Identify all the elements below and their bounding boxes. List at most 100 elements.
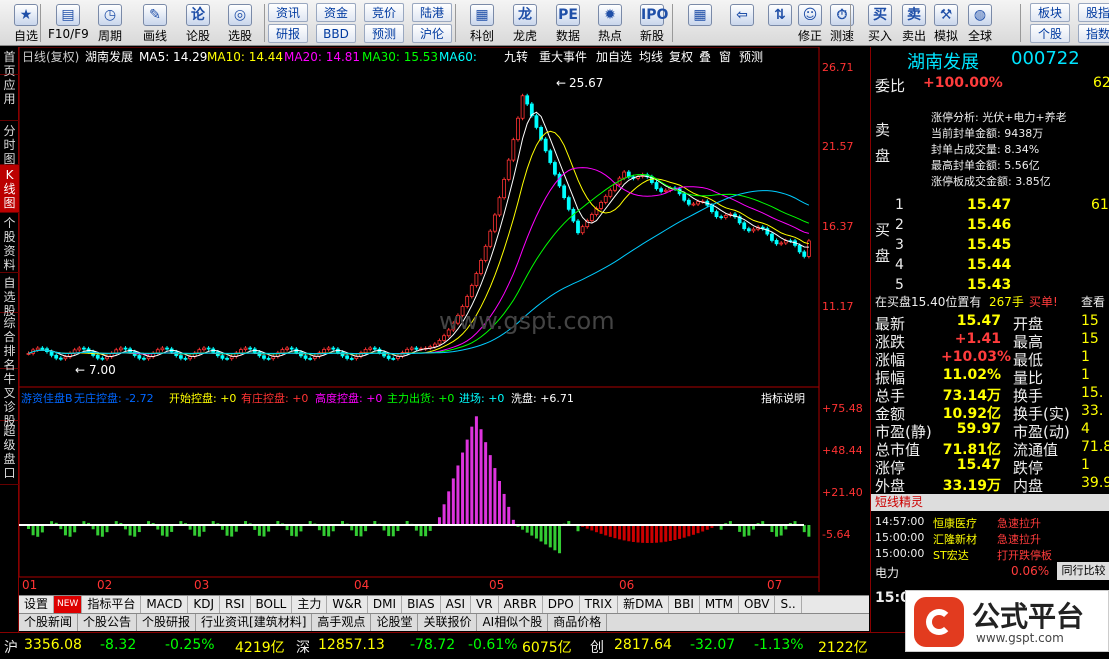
toolbar-btn-back-arrow[interactable]: ⇦ <box>722 2 762 44</box>
chart-btn-5[interactable]: 叠 <box>699 50 711 64</box>
logo-g-icon <box>914 597 964 647</box>
toolbar-btn-globe[interactable]: ◍ 全球 <box>960 2 1000 44</box>
chart-btn-1[interactable]: 重大事件 <box>539 50 587 64</box>
indicator-tab-10[interactable]: BIAS <box>402 596 441 613</box>
toolbar-small-btn[interactable]: BBD <box>316 24 356 43</box>
indicator-tab-5[interactable]: RSI <box>220 596 251 613</box>
kline-chart[interactable]: 日线(复权) 湖南发展 MA5: 14.29 MA10: 14.44 MA20: 14.… <box>18 46 869 592</box>
toolbar-small-btn[interactable]: 预测 <box>364 24 404 43</box>
indicator-tab-20[interactable]: S.. <box>775 596 802 613</box>
nav-item-3[interactable]: K线图 <box>0 165 19 213</box>
news-tab-0[interactable]: 个股新闻 <box>19 614 79 631</box>
news-tab-6[interactable]: 关联报价 <box>418 614 478 631</box>
q-value2-1: 15 <box>1081 331 1099 347</box>
candle-body <box>474 273 479 286</box>
indicator-tab-11[interactable]: ASI <box>441 596 472 613</box>
chart-btn-2[interactable]: 加自选 <box>596 50 632 64</box>
nav-item-6[interactable]: 综合排名 <box>0 313 19 372</box>
candle-body <box>516 117 520 141</box>
candle-body <box>469 285 474 297</box>
price-axis-2: 16.37 <box>822 220 854 233</box>
chart-btn-4[interactable]: 复权 <box>669 50 693 64</box>
indicator-tab-4[interactable]: KDJ <box>188 596 220 613</box>
ind-explain-btn[interactable]: 指标说明 <box>761 391 805 405</box>
toolbar-btn-pe[interactable]: PE 数据 <box>548 2 588 44</box>
nav-item-2[interactable]: 分时图 <box>0 121 19 166</box>
indicator-tab-14[interactable]: DPO <box>543 596 580 613</box>
indicator-tab-9[interactable]: DMI <box>368 596 403 613</box>
chart-btn-7[interactable]: 预测 <box>739 50 763 64</box>
chart-btn-3[interactable]: 均线 <box>639 50 663 64</box>
kline-chart-panel[interactable]: 日线(复权) 湖南发展 MA5: 14.29 MA10: 14.44 MA20: 14.… <box>18 46 869 592</box>
nav-item-0[interactable]: 首页 <box>0 47 19 78</box>
indicator-bar <box>696 525 700 534</box>
toolbar-separator <box>672 4 673 42</box>
indicator-tab-12[interactable]: VR <box>471 596 499 613</box>
candle-body <box>202 347 206 351</box>
indicator-tab-15[interactable]: TRIX <box>580 596 619 613</box>
indicator-tab-0[interactable]: 设置 <box>19 596 55 613</box>
q-label2-9: 内盘 <box>1013 477 1044 495</box>
chart-btn-0[interactable]: 九转 <box>504 49 528 64</box>
nav-item-5[interactable]: 自选股 <box>0 273 19 318</box>
toolbar-small-btn[interactable]: 陆港 <box>412 3 452 22</box>
indicator-bar <box>618 525 622 540</box>
indicator-tab-7[interactable]: 主力 <box>292 596 328 613</box>
chart-btn-6[interactable]: 窗 <box>719 50 731 64</box>
toolbar-btn-select[interactable]: ◎ 选股 <box>220 2 260 44</box>
toolbar-small-btn[interactable]: 板块 <box>1030 3 1070 22</box>
toolbar-small-btn[interactable]: 指数 <box>1078 24 1109 43</box>
toolbar-btn-f10[interactable]: ▤ F10/F9 <box>48 2 89 44</box>
indicator-tab-1[interactable]: NEW <box>54 596 83 613</box>
toolbar-label: 科创 <box>469 29 494 43</box>
indicator-tab-19[interactable]: OBV <box>739 596 776 613</box>
indicator-tab-3[interactable]: MACD <box>141 596 189 613</box>
candle-body <box>386 355 391 359</box>
header-ma30: MA30: 15.53 <box>362 50 438 64</box>
indicator-tab-13[interactable]: ARBR <box>499 596 543 613</box>
news-tab-4[interactable]: 高手观点 <box>312 614 372 631</box>
news-tab-7[interactable]: AI相似个股 <box>477 614 549 631</box>
news-tab-5[interactable]: 论股堂 <box>371 614 419 631</box>
toolbar-btn-clock[interactable]: ◷ 周期 <box>90 2 130 44</box>
nav-item-1[interactable]: 应用 <box>0 75 19 121</box>
toolbar-small-btn[interactable]: 股指 <box>1078 3 1109 22</box>
toolbar-btn-dragon[interactable]: 龙龙虎 <box>505 2 545 44</box>
nav-item-8[interactable]: 超级盘口 <box>0 421 19 485</box>
toolbar-btn-chart[interactable]: ▦ 科创 <box>462 2 502 44</box>
toolbar-small-btn[interactable]: 资讯 <box>268 3 308 22</box>
indicator-tab-8[interactable]: W&R <box>327 596 368 613</box>
bid-level-4: 5 <box>895 277 904 293</box>
news-tab-8[interactable]: 商品价格 <box>548 614 608 631</box>
news-tab-2[interactable]: 个股研报 <box>137 614 197 631</box>
toolbar-btn-speed[interactable]: ⏱ 测速 <box>822 2 862 44</box>
toolbar-btn-discuss[interactable]: 论论股 <box>178 2 218 44</box>
toolbar-label: 画线 <box>142 29 167 43</box>
candle-body <box>345 355 350 359</box>
news-tab-1[interactable]: 个股公告 <box>78 614 138 631</box>
peer-button[interactable]: 同行比较 <box>1057 562 1109 580</box>
news-tab-3[interactable]: 行业资讯[建筑材料] <box>196 614 313 631</box>
candle-body <box>266 357 271 360</box>
toolbar-small-btn[interactable]: 个股 <box>1030 24 1070 43</box>
toolbar-btn-pen[interactable]: ✎ 画线 <box>135 2 175 44</box>
toolbar-small-btn[interactable]: 资金 <box>316 3 356 22</box>
indicator-tab-16[interactable]: 新DMA <box>618 596 669 613</box>
indicator-tab-2[interactable]: 指标平台 <box>82 596 142 613</box>
toolbar-btn-ipo[interactable]: IPO 新股 <box>632 2 672 44</box>
nav-item-4[interactable]: 个股资料 <box>0 213 19 273</box>
indicator-bar <box>678 525 682 539</box>
toolbar-btn-hot[interactable]: ✹ 热点 <box>590 2 630 44</box>
sprite-stock-2: ST宏达 <box>933 549 969 562</box>
indicator-bar <box>594 525 598 533</box>
toolbar-btn-color-grid[interactable]: ▦ <box>680 2 720 44</box>
nav-item-7[interactable]: 牛叉诊股 <box>0 369 19 428</box>
toolbar-small-btn[interactable]: 研报 <box>268 24 308 43</box>
indicator-tab-17[interactable]: BBI <box>669 596 700 613</box>
toolbar-small-btn[interactable]: 沪伦 <box>412 24 452 43</box>
toolbar-small-btn[interactable]: 竞价 <box>364 3 404 22</box>
indicator-bar <box>137 525 141 533</box>
indicator-tab-18[interactable]: MTM <box>700 596 739 613</box>
candle-body <box>146 356 151 360</box>
indicator-tab-6[interactable]: BOLL <box>251 596 293 613</box>
